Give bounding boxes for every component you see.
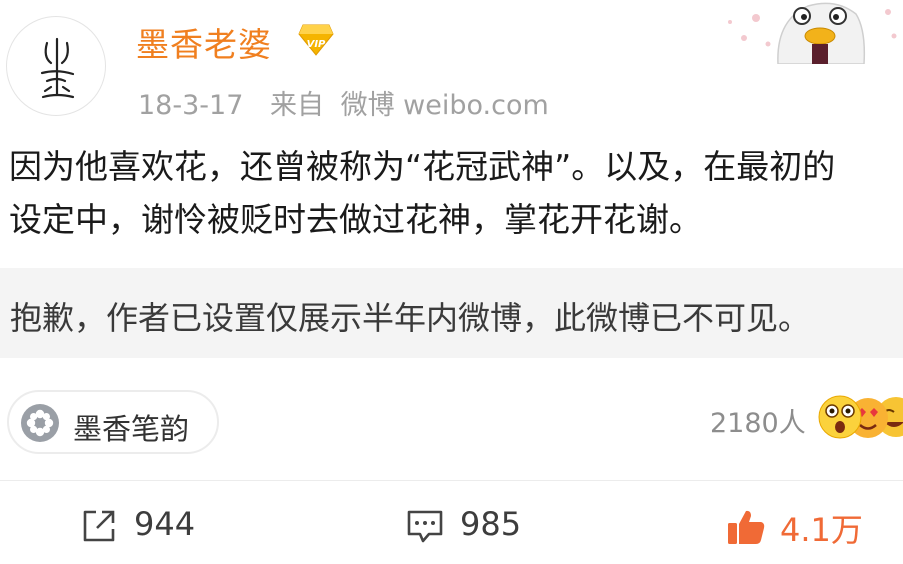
flower-icon <box>21 404 59 442</box>
reaction-emoji-stack[interactable] <box>818 394 903 440</box>
reaction-count[interactable]: 2180人 <box>710 401 806 440</box>
author-avatar[interactable] <box>6 16 106 116</box>
actions-divider <box>0 480 903 481</box>
shocked-emoji <box>818 395 862 439</box>
comment-icon <box>407 510 443 543</box>
hidden-repost-notice: 抱歉，作者已设置仅展示半年内微博，此微博已不可见。 <box>0 268 903 358</box>
like-count: 4.1万 <box>780 511 863 549</box>
vip-badge-icon[interactable]: VIP <box>298 23 334 57</box>
post-body: 因为他喜欢花，还曾被称为“花冠武神”。以及，在最初的 设定中，谢怜被贬时去做过花… <box>9 140 903 246</box>
post-date: 18-3-17 <box>138 90 244 121</box>
post-meta: 18-3-17 来自 微博 weibo.com <box>138 83 549 122</box>
post-text-line: 因为他喜欢花，还曾被称为“花冠武神”。以及，在最初的 <box>9 147 836 186</box>
post-text-line: 设定中，谢怜被贬时去做过花神，掌花开花谢。 <box>9 200 702 239</box>
topic-label: 墨香笔韵 <box>73 412 190 446</box>
share-count: 944 <box>134 505 196 543</box>
notice-text: 抱歉，作者已设置仅展示半年内微博，此微博已不可见。 <box>10 299 811 337</box>
comment-count: 985 <box>460 505 522 543</box>
topic-chip[interactable]: 墨香笔韵 <box>7 390 219 454</box>
source-prefix: 来自 <box>269 90 324 121</box>
author-name[interactable]: 墨香老婆 <box>136 18 272 66</box>
share-icon <box>83 510 115 542</box>
sketch-avatar-icon <box>40 37 75 99</box>
thumbs-up-icon <box>728 510 765 544</box>
cartoon-bird-sticker-icon <box>728 2 897 64</box>
post-header: 墨香老婆 VIP 18-3-17 来自 微博 weibo.com <box>0 0 903 130</box>
vip-badge-label: VIP <box>307 39 326 50</box>
source-app[interactable]: 微博 weibo.com <box>341 90 549 121</box>
